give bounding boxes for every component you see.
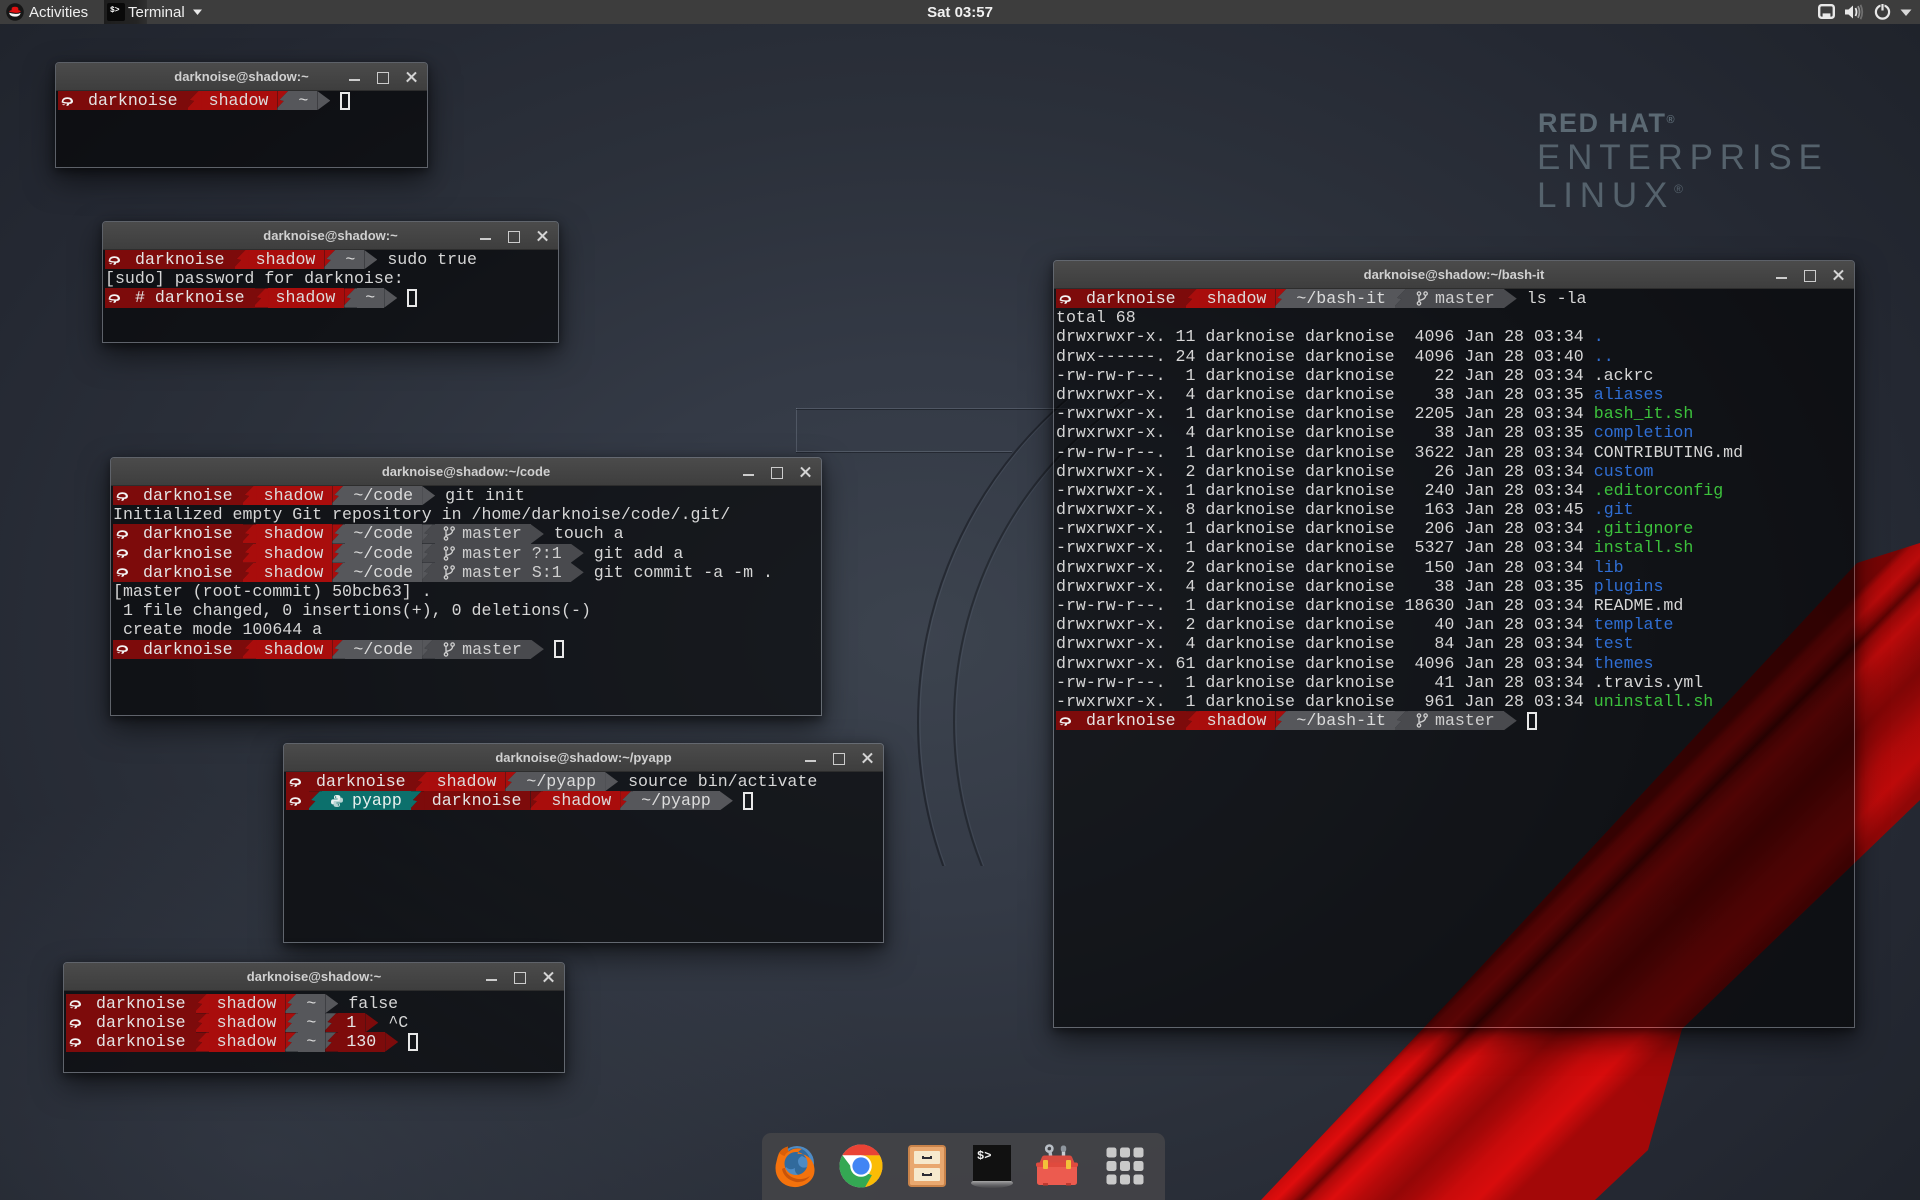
svg-text:$>: $> [977, 1149, 991, 1163]
